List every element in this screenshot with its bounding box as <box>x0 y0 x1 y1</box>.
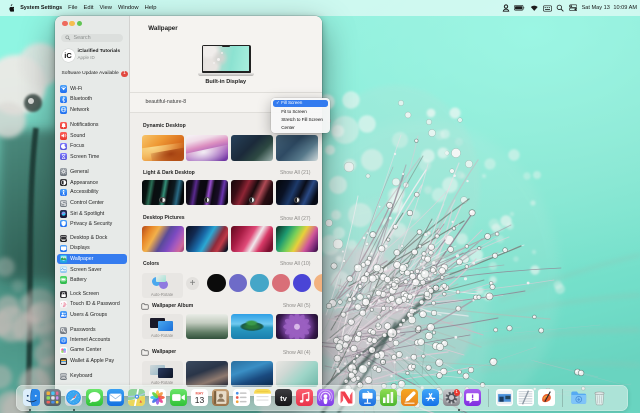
svg-text:@: @ <box>61 338 66 343</box>
svg-text:13: 13 <box>195 395 205 405</box>
svg-text:tv: tv <box>280 394 288 403</box>
